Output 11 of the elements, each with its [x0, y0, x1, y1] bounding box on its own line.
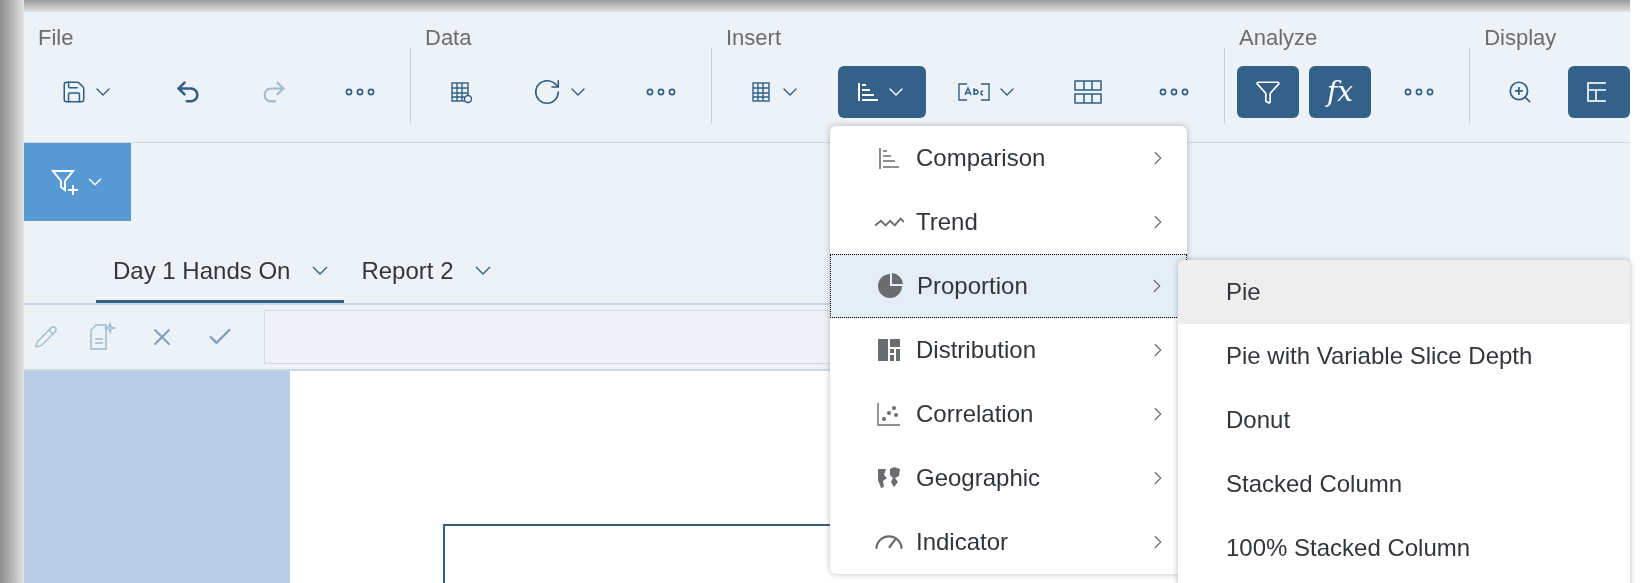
group-label: Analyze — [1238, 24, 1318, 52]
menu-item[interactable]: Comparison — [830, 126, 1187, 190]
group-label: Insert — [725, 24, 782, 52]
group-label: File — [37, 24, 74, 52]
group-label: Display — [1483, 24, 1557, 52]
group-label: Data — [424, 24, 472, 52]
report-tab[interactable]: Report 2 — [344, 241, 508, 303]
formula-button[interactable]: fx — [1309, 66, 1372, 118]
menu-item[interactable]: Trend — [830, 190, 1187, 254]
menu-item[interactable]: Pie — [1178, 260, 1630, 324]
menu-item[interactable]: Proportion — [830, 254, 1187, 318]
